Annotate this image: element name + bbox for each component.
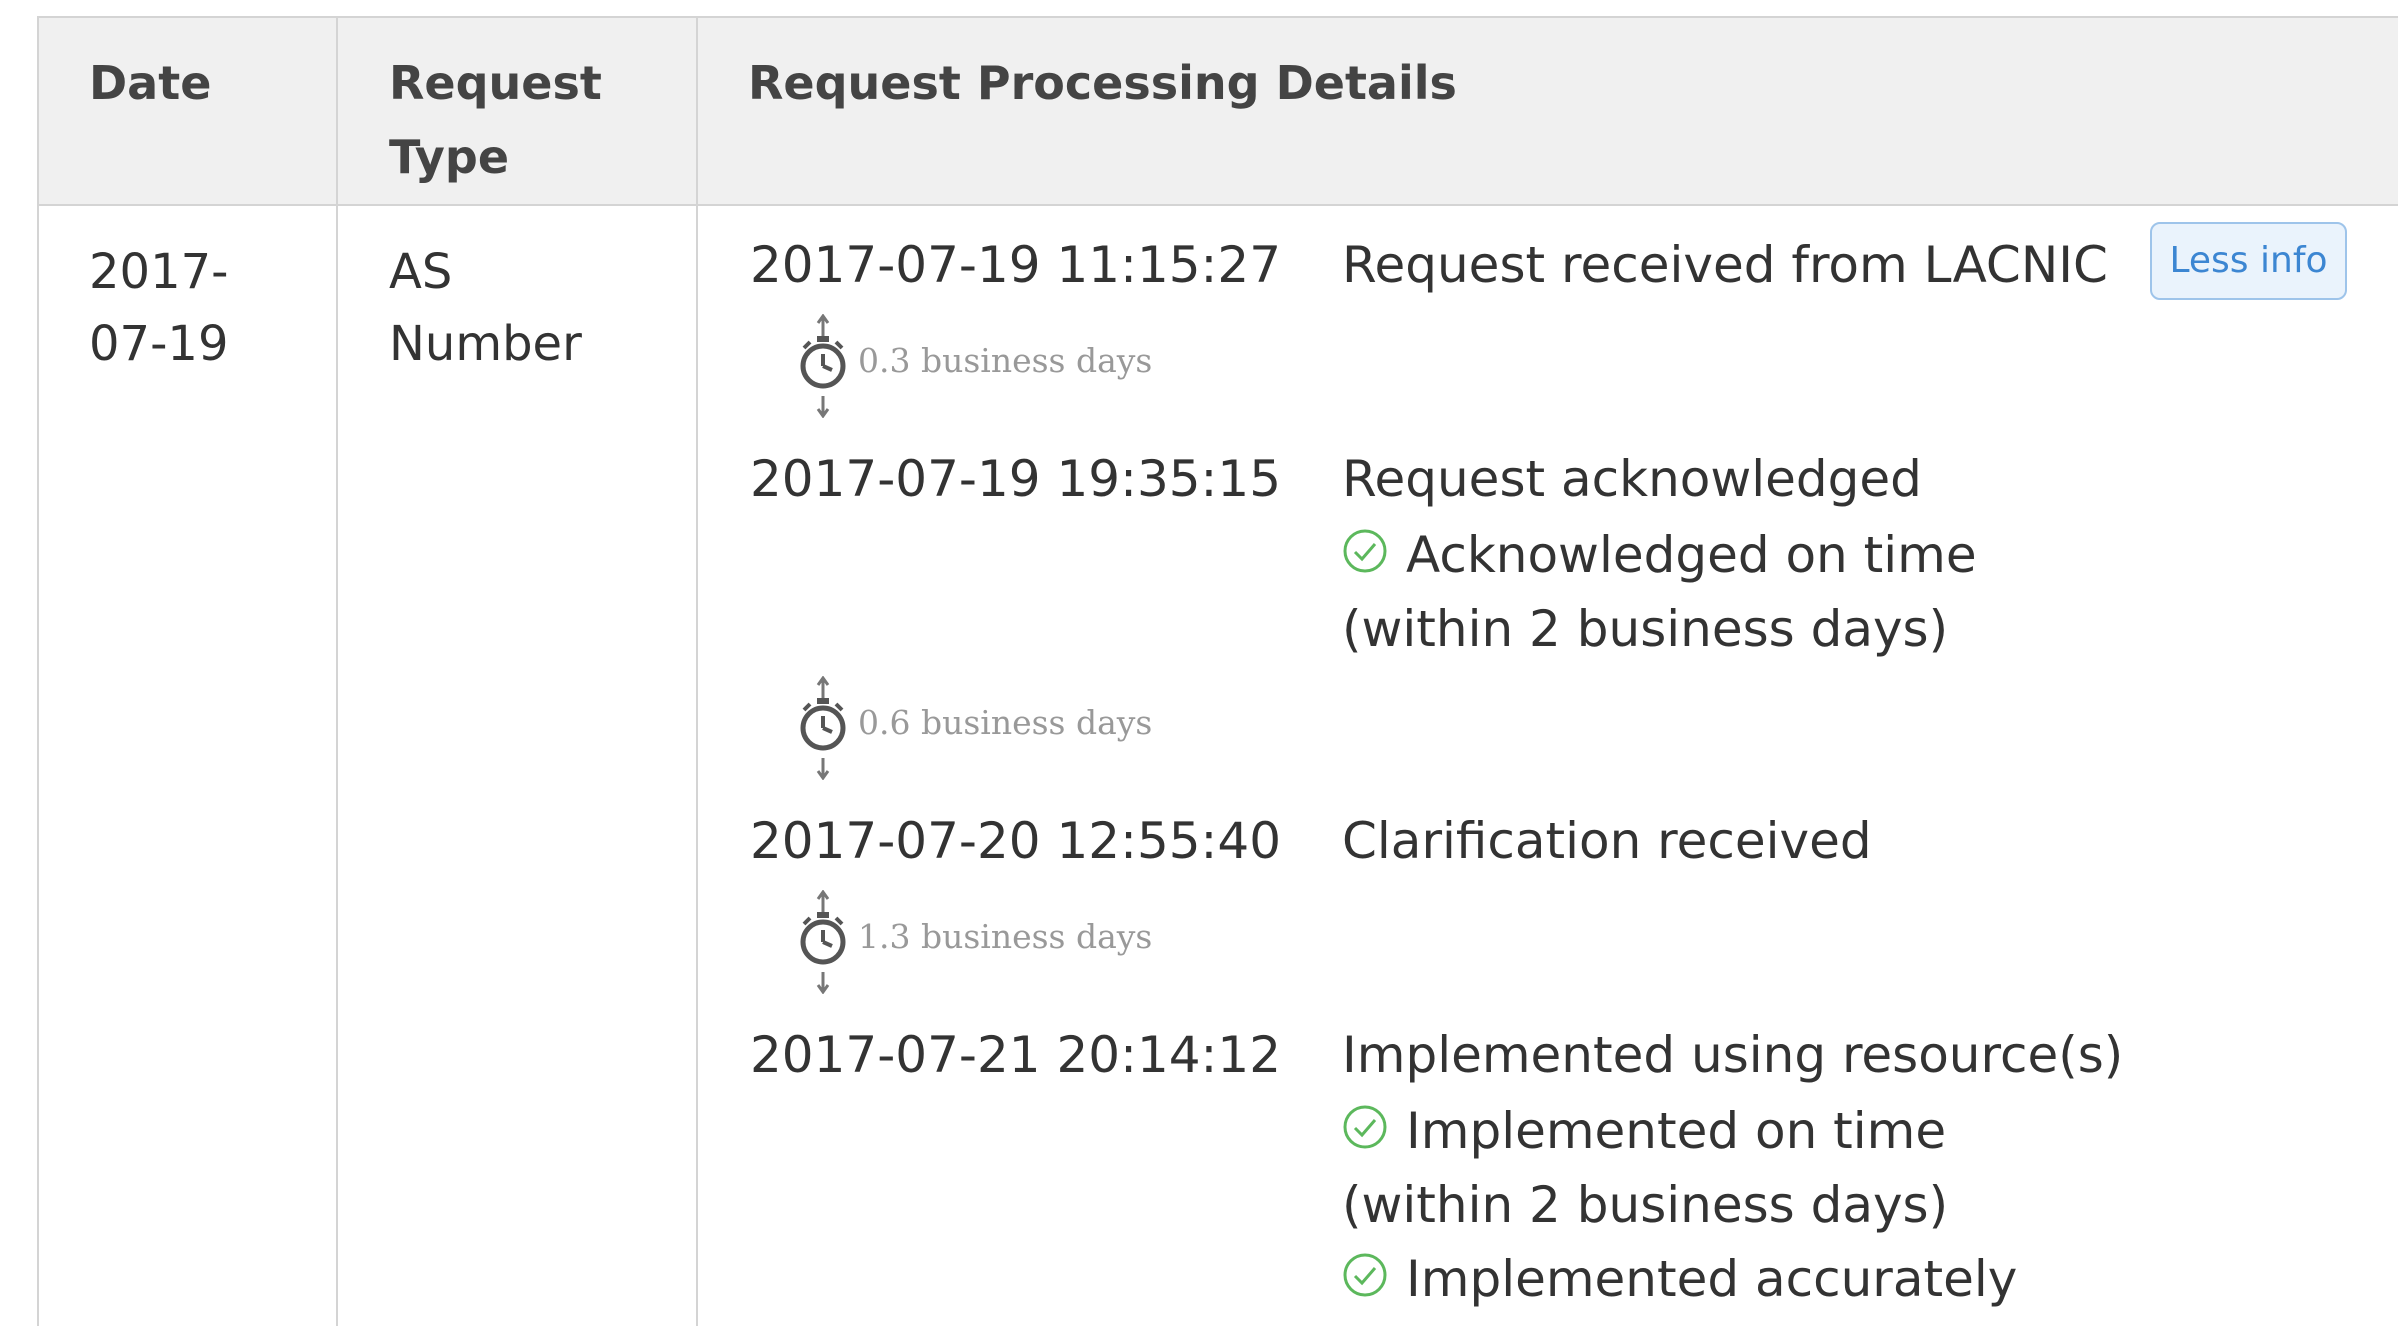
row-request-type: AS Number xyxy=(389,244,582,372)
header-date: Date xyxy=(89,56,212,110)
column-divider xyxy=(336,18,338,1326)
event-time: 2017-07-19 19:35:15 xyxy=(750,450,1282,508)
check-circle-icon xyxy=(1343,1253,1387,1297)
less-info-button[interactable]: Less info xyxy=(2150,222,2347,300)
request-table: Date Request Type Request Processing Det… xyxy=(37,16,2398,1326)
event-title: Request acknowledged xyxy=(1342,450,1922,508)
header-request-type: Request Type xyxy=(389,56,602,184)
note-text: Acknowledged on time xyxy=(1406,526,1977,584)
column-divider xyxy=(696,18,698,1326)
stopwatch-icon xyxy=(800,676,846,780)
event-time: 2017-07-21 20:14:12 xyxy=(750,1026,1282,1084)
duration-label: 1.3 business days xyxy=(858,917,1153,956)
check-circle-icon xyxy=(1343,529,1387,573)
on-time-note: Implemented on time xyxy=(1342,1094,1946,1168)
event-title: Clarification received xyxy=(1342,812,1872,870)
header-processing-details: Request Processing Details xyxy=(748,56,1457,110)
duration-label: 0.3 business days xyxy=(858,341,1153,380)
event-time: 2017-07-20 12:55:40 xyxy=(750,812,1282,870)
stopwatch-icon xyxy=(800,890,846,994)
row-date: 2017- 07-19 xyxy=(89,244,229,372)
note-text: Implemented accurately xyxy=(1406,1250,2018,1308)
note-text: (within 2 business days) xyxy=(1342,600,1949,658)
event-time: 2017-07-19 11:15:27 xyxy=(750,236,1282,294)
event-title: Request received from LACNIC xyxy=(1342,236,2108,294)
accuracy-note: Implemented accurately xyxy=(1342,1242,2017,1316)
note-text: (within 2 business days) xyxy=(1342,1176,1949,1234)
duration-label: 0.6 business days xyxy=(858,703,1153,742)
event-title: Implemented using resource(s) xyxy=(1342,1026,2124,1084)
on-time-note: Acknowledged on time xyxy=(1342,518,1977,592)
note-text: Implemented on time xyxy=(1406,1102,1947,1160)
stopwatch-icon xyxy=(800,314,846,418)
check-circle-icon xyxy=(1343,1105,1387,1149)
